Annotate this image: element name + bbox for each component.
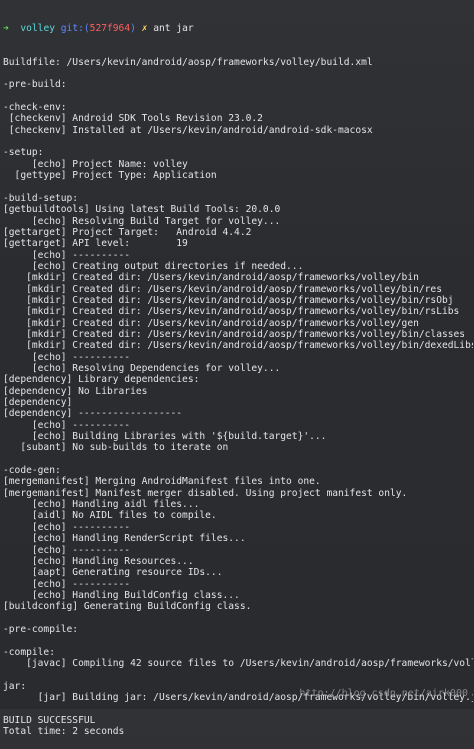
output-line: [echo] ---------- [3,249,131,261]
output-line: [checkenv] Android SDK Tools Revision 23… [3,113,263,125]
output-line: Buildfile: /Users/kevin/android/aosp/fra… [3,56,373,68]
output-line: [mkdir] Created dir: /Users/kevin/androi… [3,283,442,295]
output-line: [echo] Resolving Build Target for volley… [3,215,281,227]
output-line: [dependency] Library dependencies: [3,374,200,386]
git-label: git:( [60,22,90,34]
output-line: [echo] Handling Resources... [3,555,194,567]
output-line: [echo] ---------- [3,521,131,533]
output-line: -setup: [3,147,44,159]
output-line: [mergemanifest] Manifest merger disabled… [3,487,408,499]
terminal-output[interactable]: ➜ volley git:(527f964) ✗ ant jar Buildfi… [3,0,473,749]
output-line: [dependency] No Libraries [3,385,148,397]
output-line: [aapt] Generating resource IDs... [3,567,223,579]
output-line: [aidl] No AIDL files to compile. [3,510,217,522]
output-line: [mkdir] Created dir: /Users/kevin/androi… [3,272,419,284]
output-line: -pre-compile: [3,623,79,635]
output-line: [echo] Handling RenderScript files... [3,533,246,545]
output-line: [gettarget] Project Target: Android 4.4.… [3,226,252,238]
output-line: [buildconfig] Generating BuildConfig cla… [3,601,252,613]
output-line: [mkdir] Created dir: /Users/kevin/androi… [3,294,454,306]
output-line: [echo] Building Libraries with '${build.… [3,431,327,443]
output-line: Total time: 2 seconds [3,726,125,737]
output-line: [mkdir] Created dir: /Users/kevin/androi… [3,306,460,318]
output-line: [subant] No sub-builds to iterate on [3,442,229,454]
output-line: [checkenv] Installed at /Users/kevin/and… [3,124,373,136]
command-prompt: ➜ volley git:(527f964) ✗ ant jar [3,23,473,34]
git-label-close: ) [130,22,136,34]
output-line: [mkdir] Created dir: /Users/kevin/androi… [3,340,473,352]
output-line: [mergemanifest] Merging AndroidManifest … [3,476,321,488]
output-line: [echo] Handling aidl files... [3,499,200,511]
output-line: [dependency] ------------------ [3,408,183,420]
output-line: [echo] ---------- [3,544,131,556]
git-branch: 527f964 [89,22,131,34]
output-line: [echo] Resolving Dependencies for volley… [3,363,281,374]
watermark: http://blog.csdn.net/airk000 [299,688,468,699]
output-line: [getbuildtools] Using latest Build Tools… [3,204,281,216]
output-line: -pre-build: [3,79,67,91]
output-line: [echo] Creating output directories if ne… [3,260,304,272]
output-line: [gettarget] API level: 19 [3,238,188,250]
output-line: -code-gen: [3,465,61,477]
output-line: -check-env: [3,102,67,114]
output-line: -compile: [3,646,55,658]
output-line: [echo] Handling BuildConfig class... [3,589,240,601]
build-output: Buildfile: /Users/kevin/android/aosp/fra… [3,57,473,738]
output-line: [echo] Project Name: volley [3,158,188,170]
output-line: [echo] ---------- [3,351,131,363]
git-dirty-icon: ✗ [141,22,148,34]
output-line: [javac] Compiling 42 source files to /Us… [26,657,473,669]
output-line: -build-setup: [3,192,79,204]
command-text: ant jar [153,22,194,34]
output-line: [echo] ---------- [3,578,131,590]
prompt-arrow-icon: ➜ [3,22,9,34]
output-line: [mkdir] Created dir: /Users/kevin/androi… [3,317,419,329]
prompt-directory: volley [20,22,55,34]
output-line: [mkdir] Created dir: /Users/kevin/androi… [3,328,466,340]
output-line: BUILD SUCCESSFUL [3,714,96,726]
output-line: [dependency] [3,397,73,409]
output-line: [gettype] Project Type: Application [3,170,217,182]
output-line: [echo] ---------- [3,419,131,431]
